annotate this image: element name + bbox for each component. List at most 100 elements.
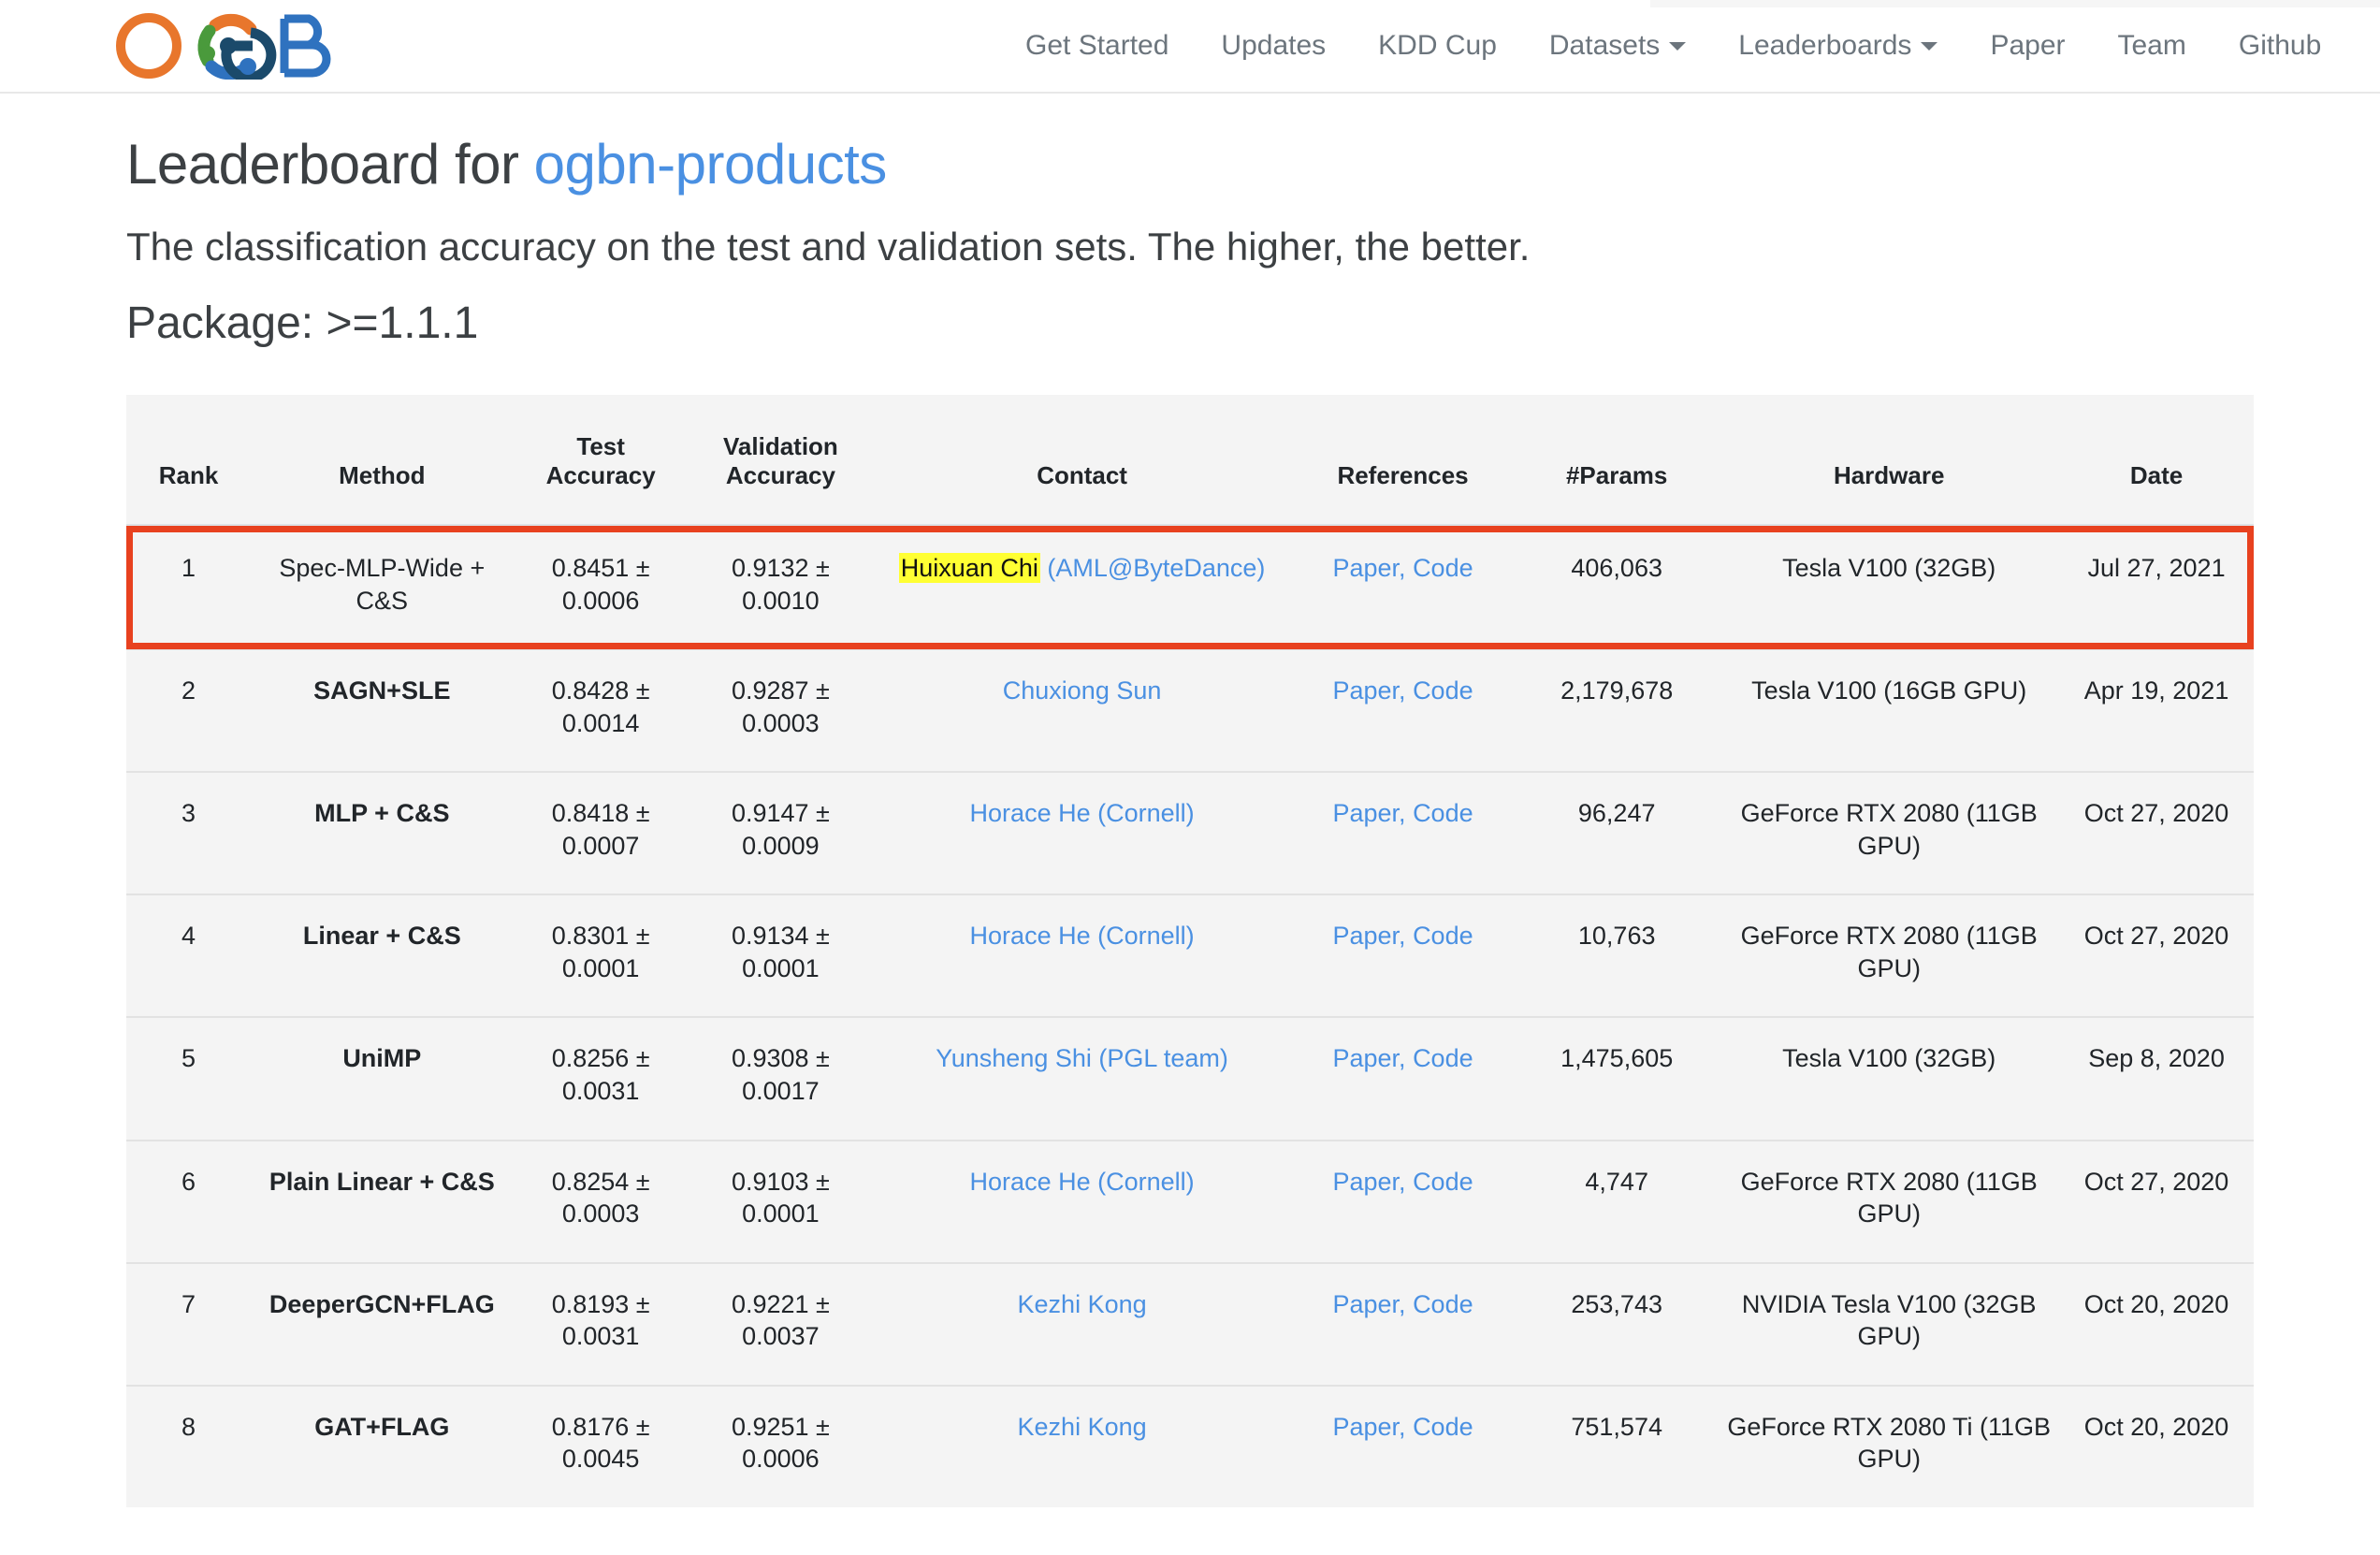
paper-link[interactable]: Paper, <box>1332 1413 1405 1441</box>
nav-item-paper[interactable]: Paper <box>1964 27 2091 65</box>
test-accuracy-value: 0.8451 ± 0.0006 <box>551 554 650 615</box>
nav-links: Get Started Updates KDD Cup Datasets Lea… <box>999 27 2347 65</box>
test-accuracy-value: 0.8418 ± 0.0007 <box>551 799 650 860</box>
nav-item-datasets[interactable]: Datasets <box>1523 27 1712 65</box>
contact-link[interactable]: Kezhi Kong <box>1018 1290 1147 1318</box>
chevron-down-icon <box>1669 41 1687 51</box>
contact-link[interactable]: Horace He (Cornell) <box>970 922 1195 950</box>
nav-item-kdd-cup[interactable]: KDD Cup <box>1352 27 1523 65</box>
nav-item-get-started[interactable]: Get Started <box>999 27 1195 65</box>
column-header-contact: Contact <box>873 395 1292 529</box>
contact-link[interactable]: Yunsheng Shi (PGL team) <box>936 1044 1228 1072</box>
cell-method: SAGN+SLE <box>251 648 514 773</box>
nav-item-leaderboards[interactable]: Leaderboards <box>1712 27 1964 65</box>
rank-value: 6 <box>181 1167 196 1196</box>
validation-accuracy-value: 0.9287 ± 0.0003 <box>731 676 830 737</box>
cell-params: 751,574 <box>1515 1384 1720 1507</box>
cell-params: 1,475,605 <box>1515 1016 1720 1141</box>
validation-accuracy-value: 0.9134 ± 0.0001 <box>731 922 830 982</box>
nav-item-label: Datasets <box>1548 30 1661 61</box>
paper-link[interactable]: Paper, <box>1332 922 1405 950</box>
contact-link[interactable]: Horace He (Cornell) <box>970 1168 1195 1196</box>
cell-validation-accuracy: 0.9132 ± 0.0010 <box>688 526 874 650</box>
cell-contact: Kezhi Kong <box>873 1261 1292 1386</box>
column-header-hardware: Hardware <box>1719 395 2060 529</box>
hardware-value: GeForce RTX 2080 (11GB GPU) <box>1740 1167 2038 1228</box>
cell-references: Paper, Code <box>1291 1384 1516 1507</box>
cell-test-accuracy: 0.8176 ± 0.0045 <box>513 1384 689 1507</box>
code-link[interactable]: Code <box>1413 1290 1473 1318</box>
cell-date: Oct 20, 2020 <box>2059 1261 2254 1386</box>
rank-value: 2 <box>181 676 196 705</box>
date-value: Oct 20, 2020 <box>2083 1289 2229 1318</box>
validation-accuracy-value: 0.9221 ± 0.0037 <box>731 1289 830 1351</box>
date-value: Oct 27, 2020 <box>2083 1167 2229 1196</box>
nav-item-label: Get Started <box>1025 30 1169 61</box>
cell-validation-accuracy: 0.9103 ± 0.0001 <box>688 1139 874 1263</box>
leaderboard-table-wrapper: Rank Method Test Accuracy Validation Acc… <box>126 395 2254 1507</box>
column-header-test-accuracy: Test Accuracy <box>513 395 689 529</box>
code-link[interactable]: Code <box>1413 799 1473 827</box>
code-link[interactable]: Code <box>1413 922 1473 950</box>
paper-link[interactable]: Paper, <box>1332 1290 1405 1318</box>
cell-params: 2,179,678 <box>1515 648 1720 773</box>
cell-hardware: Tesla V100 (32GB) <box>1719 526 2060 650</box>
cell-method: Linear + C&S <box>251 894 514 1018</box>
code-link[interactable]: Code <box>1413 1044 1473 1072</box>
leaderboard-table-head: Rank Method Test Accuracy Validation Acc… <box>126 395 2254 529</box>
params-value: 406,063 <box>1571 554 1662 583</box>
hardware-value: GeForce RTX 2080 (11GB GPU) <box>1740 799 2038 860</box>
nav-item-label: Team <box>2117 30 2186 61</box>
date-value: Apr 19, 2021 <box>2083 676 2229 705</box>
cell-date: Oct 27, 2020 <box>2059 894 2254 1018</box>
table-row: 3 MLP + C&S 0.8418 ± 0.0007 0.9147 ± 0.0009… <box>126 771 2254 895</box>
cell-date: Oct 20, 2020 <box>2059 1384 2254 1507</box>
paper-link[interactable]: Paper, <box>1332 676 1405 705</box>
date-value: Oct 20, 2020 <box>2083 1412 2229 1441</box>
code-link[interactable]: Code <box>1413 676 1473 705</box>
nav-item-team[interactable]: Team <box>2092 27 2213 65</box>
paper-link[interactable]: Paper, <box>1332 1044 1405 1072</box>
nav-item-label: Github <box>2238 30 2322 61</box>
hardware-value: NVIDIA Tesla V100 (32GB GPU) <box>1741 1289 2037 1351</box>
cell-hardware: GeForce RTX 2080 Ti (11GB GPU) <box>1719 1384 2060 1507</box>
paper-link[interactable]: Paper, <box>1332 799 1405 827</box>
ogb-logo[interactable] <box>110 0 363 93</box>
cell-test-accuracy: 0.8418 ± 0.0007 <box>513 771 689 895</box>
method-name: Plain Linear + C&S <box>268 1167 495 1196</box>
cell-hardware: GeForce RTX 2080 (11GB GPU) <box>1719 771 2060 895</box>
method-name: Spec-MLP-Wide + C&S <box>279 554 486 615</box>
table-row: 6 Plain Linear + C&S 0.8254 ± 0.0003 0.9103… <box>126 1139 2254 1263</box>
cell-date: Jul 27, 2021 <box>2059 526 2254 650</box>
paper-link[interactable]: Paper, <box>1332 1168 1405 1196</box>
column-header-date: Date <box>2059 395 2254 529</box>
top-navbar: Get Started Updates KDD Cup Datasets Lea… <box>0 0 2380 94</box>
contact-link[interactable]: Horace He (Cornell) <box>970 799 1195 827</box>
page-subtitle: The classification accuracy on the test … <box>126 225 1531 269</box>
paper-link[interactable]: Paper, <box>1332 554 1405 582</box>
contact-affiliation-link[interactable]: (AML@ByteDance) <box>1047 554 1265 582</box>
column-header-test-line2: Accuracy <box>545 461 656 490</box>
contact-link[interactable]: Chuxiong Sun <box>1003 676 1162 705</box>
hardware-value: GeForce RTX 2080 Ti (11GB GPU) <box>1727 1412 2052 1474</box>
code-link[interactable]: Code <box>1413 1168 1473 1196</box>
nav-item-github[interactable]: Github <box>2213 27 2347 65</box>
dataset-link[interactable]: ogbn-products <box>534 133 888 196</box>
cell-contact: Kezhi Kong <box>873 1384 1292 1507</box>
nav-item-label: Leaderboards <box>1738 30 1912 61</box>
cell-contact: Huixuan Chi (AML@ByteDance) <box>873 526 1292 650</box>
rank-value: 4 <box>181 922 196 951</box>
cell-validation-accuracy: 0.9147 ± 0.0009 <box>688 771 874 895</box>
date-value: Jul 27, 2021 <box>2087 554 2226 583</box>
contact-link[interactable]: Kezhi Kong <box>1018 1413 1147 1441</box>
code-link[interactable]: Code <box>1413 1413 1473 1441</box>
cell-contact: Horace He (Cornell) <box>873 894 1292 1018</box>
code-link[interactable]: Code <box>1413 554 1473 582</box>
table-row: 1 Spec-MLP-Wide + C&S 0.8451 ± 0.0006 0.913… <box>126 526 2254 650</box>
validation-accuracy-value: 0.9251 ± 0.0006 <box>731 1412 830 1474</box>
test-accuracy-value: 0.8256 ± 0.0031 <box>551 1044 650 1106</box>
page-top-sliver <box>1650 0 2380 7</box>
date-value: Sep 8, 2020 <box>2088 1044 2225 1073</box>
nav-item-updates[interactable]: Updates <box>1195 27 1352 65</box>
leaderboard-table-body: 1 Spec-MLP-Wide + C&S 0.8451 ± 0.0006 0.913… <box>126 526 2254 1507</box>
